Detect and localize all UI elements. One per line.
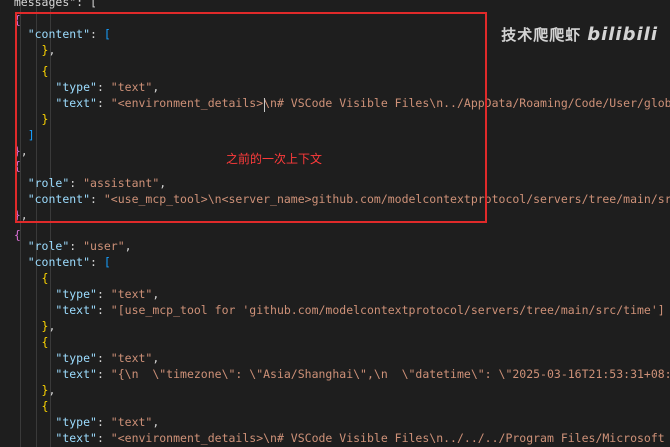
watermark-channel: 技术爬爬虾	[501, 26, 582, 44]
code-editor[interactable]: messages": [ { "content": [ }, { "type":…	[0, 0, 670, 447]
code-line: "text": "<environment_details>\n# VSCode…	[55, 96, 670, 110]
code-line: "text": "<environment_details>\n# VSCode…	[55, 431, 670, 445]
code-line: "text": "[use_mcp_tool for 'github.com/m…	[55, 303, 670, 317]
code-line: },	[13, 144, 28, 158]
code-line: {	[41, 271, 49, 285]
code-line: "type": "text",	[55, 80, 160, 94]
code-line: },	[41, 319, 56, 333]
code-line: "role": "assistant",	[27, 176, 167, 190]
code-line: "text": "{\n \"timezone\": \"Asia/Shangh…	[55, 367, 670, 381]
code-line: {	[41, 399, 49, 413]
text-cursor	[264, 98, 265, 112]
annotation-label: 之前的一次上下文	[226, 152, 323, 166]
code-line: "type": "text",	[55, 287, 160, 301]
watermark-platform: bilibili	[587, 24, 658, 45]
code-line: {	[41, 335, 49, 349]
code-line: ]	[27, 128, 35, 142]
code-line: "content": [	[27, 255, 111, 269]
code-line: "role": "user",	[27, 239, 132, 253]
code-line: "type": "text",	[55, 415, 160, 429]
code-line: {	[13, 159, 21, 173]
code-line: }	[41, 112, 49, 126]
code-line: "content": "<use_mcp_tool>\n<server_name…	[27, 192, 670, 206]
code-line: "type": "text",	[55, 351, 160, 365]
code-line: messages": [	[13, 0, 97, 9]
code-line: {	[41, 64, 49, 78]
code-line: },	[13, 208, 28, 222]
code-line: },	[41, 383, 56, 397]
watermark: 技术爬爬虾 bilibili	[501, 24, 658, 45]
